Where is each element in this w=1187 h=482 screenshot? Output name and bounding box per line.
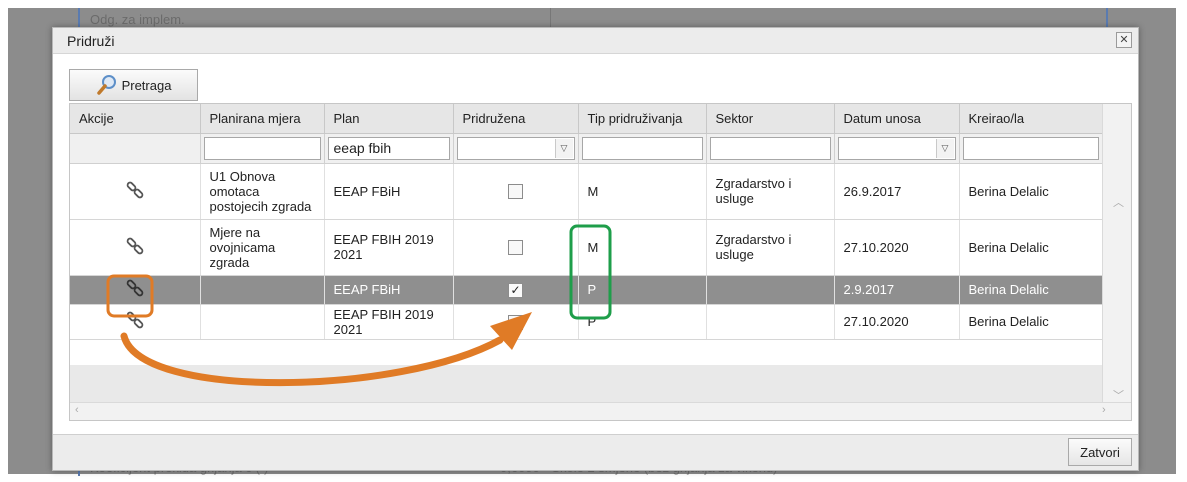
cell-tip: P <box>578 304 707 340</box>
cell-plan: EEAP FBiH <box>324 163 454 220</box>
cell-kreirao: Berina Delalic <box>959 219 1103 276</box>
filter-akcije <box>70 133 201 164</box>
chain-link-icon[interactable] <box>124 309 146 331</box>
header-row: Akcije Planirana mjera Plan Pridružena T… <box>70 104 1103 134</box>
col-plan[interactable]: Plan <box>324 104 454 134</box>
filter-tip-input[interactable] <box>581 136 703 160</box>
associated-checkbox-checked[interactable]: ✓ <box>508 282 523 298</box>
close-button[interactable]: Zatvori <box>1068 438 1132 466</box>
cell-plan: EEAP FBIH 2019 2021 <box>324 304 454 340</box>
col-sektor[interactable]: Sektor <box>706 104 835 134</box>
dialog-footer: Zatvori <box>53 434 1138 470</box>
chevron-down-icon: ▽ <box>554 138 573 158</box>
col-planirana-mjera[interactable]: Planirana mjera <box>200 104 325 134</box>
associated-checkbox[interactable] <box>508 240 523 256</box>
filter-plan-input[interactable]: eeap fbih <box>327 136 450 160</box>
cell-mjera: U1 Obnova omotaca postojecih zgrada <box>200 163 325 220</box>
cell-datum: 2.9.2017 <box>834 275 960 305</box>
search-button[interactable]: Pretraga <box>69 69 198 101</box>
close-icon[interactable]: ✕ <box>1116 32 1132 48</box>
background-top-label: Odg. za implem. <box>90 12 185 27</box>
cell-tip: M <box>578 219 707 276</box>
table-row[interactable]: Mjere na ovojnicama zgrada EEAP FBIH 201… <box>70 219 1103 276</box>
cell-datum: 26.9.2017 <box>834 163 960 220</box>
col-akcije[interactable]: Akcije <box>70 104 201 134</box>
grid-empty-area <box>70 365 1102 402</box>
associated-checkbox[interactable] <box>508 184 523 200</box>
scroll-left-icon[interactable]: ‹ <box>75 404 79 416</box>
scroll-down-icon[interactable]: ﹀ <box>1113 387 1124 403</box>
col-tip-pridruzivanja[interactable]: Tip pridruživanja <box>578 104 707 134</box>
cell-datum: 27.10.2020 <box>834 304 960 340</box>
filter-pridruzena-select[interactable]: ▽ <box>456 136 575 160</box>
cell-sektor: Zgradarstvo i usluge <box>706 163 835 220</box>
cell-kreirao: Berina Delalic <box>959 275 1103 305</box>
filter-sektor-input[interactable] <box>709 136 831 160</box>
associate-dialog: Pridruži ✕ Pretraga Akcije Planirana mje… <box>52 27 1139 471</box>
dialog-title: Pridruži <box>67 33 115 49</box>
chain-link-icon[interactable] <box>124 179 146 201</box>
cell-tip: P <box>578 275 707 305</box>
cell-sektor: Zgradarstvo i usluge <box>706 219 835 276</box>
chain-link-icon[interactable] <box>124 277 146 299</box>
associated-checkbox[interactable] <box>508 314 523 330</box>
table-row[interactable]: EEAP FBIH 2019 2021 P 27.10.2020 Berina … <box>70 304 1103 340</box>
results-table: Akcije Planirana mjera Plan Pridružena T… <box>70 104 1103 340</box>
vertical-scrollbar[interactable]: ︿ ﹀ <box>1102 104 1131 420</box>
filter-mjera-input[interactable] <box>203 136 321 160</box>
chevron-down-icon: ▽ <box>935 138 954 158</box>
dialog-header: Pridruži ✕ <box>53 28 1138 54</box>
cell-mjera <box>200 304 325 340</box>
cell-kreirao: Berina Delalic <box>959 163 1103 220</box>
cell-plan: EEAP FBiH <box>324 275 454 305</box>
scroll-up-icon[interactable]: ︿ <box>1113 194 1124 210</box>
cell-mjera: Mjere na ovojnicama zgrada <box>200 219 325 276</box>
col-kreirao[interactable]: Kreirao/la <box>959 104 1103 134</box>
horizontal-scrollbar[interactable]: ‹ › <box>70 402 1131 420</box>
scroll-right-icon[interactable]: › <box>1102 404 1106 416</box>
filter-datum-select[interactable]: ▽ <box>837 136 956 160</box>
cell-sektor <box>706 275 835 305</box>
magnifier-icon <box>96 75 116 95</box>
results-grid: Akcije Planirana mjera Plan Pridružena T… <box>69 103 1132 421</box>
col-pridruzena[interactable]: Pridružena <box>453 104 579 134</box>
cell-sektor <box>706 304 835 340</box>
table-row-selected[interactable]: EEAP FBiH ✓ P 2.9.2017 Berina Delalic <box>70 275 1103 305</box>
col-datum-unosa[interactable]: Datum unosa <box>834 104 960 134</box>
filter-row: eeap fbih ▽ ▽ <box>70 133 1103 164</box>
filter-kreirao-input[interactable] <box>962 136 1099 160</box>
chain-link-icon[interactable] <box>124 235 146 257</box>
cell-kreirao: Berina Delalic <box>959 304 1103 340</box>
table-row[interactable]: U1 Obnova omotaca postojecih zgrada EEAP… <box>70 163 1103 220</box>
cell-datum: 27.10.2020 <box>834 219 960 276</box>
cell-tip: M <box>578 163 707 220</box>
search-button-label: Pretraga <box>121 77 172 93</box>
cell-plan: EEAP FBIH 2019 2021 <box>324 219 454 276</box>
cell-mjera <box>200 275 325 305</box>
